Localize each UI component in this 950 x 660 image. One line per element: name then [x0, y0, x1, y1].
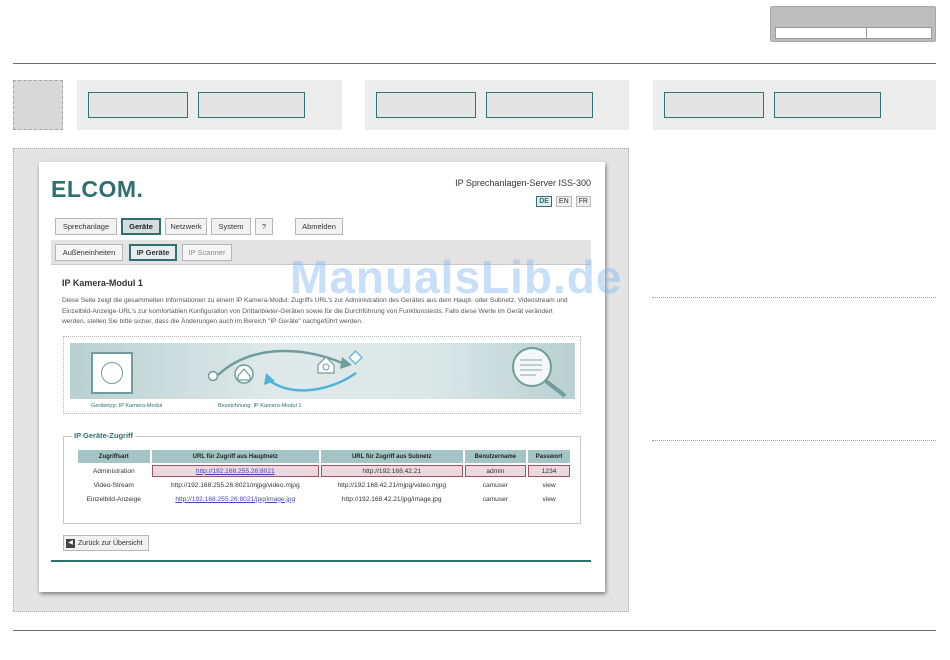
main-net-url-link[interactable]: http://192.168.255.26:8021/jpg/image.jpg — [152, 493, 319, 505]
access-table: Zugriffsart URL für Zugriff aus Hauptnet… — [76, 448, 572, 507]
divider — [866, 28, 867, 38]
device-icon — [91, 352, 133, 394]
username: camuser — [482, 495, 508, 503]
column-header: Benutzername — [464, 450, 527, 463]
subtab-ip-scanner[interactable]: IP Scanner — [182, 244, 232, 261]
sub-net-url: http://192.168.42.21/jpg/image.jpg — [341, 495, 442, 503]
elcom-logo: ELCOM. — [51, 176, 144, 202]
nav-button-3b[interactable] — [774, 92, 881, 118]
device-info-box: Gerätetyp: IP Kamera-Modul Bezeichnung: … — [63, 336, 581, 414]
device-type-caption: Gerätetyp: IP Kamera-Modul — [91, 403, 163, 409]
product-title: IP Sprechanlagen-Server ISS-300 — [455, 178, 591, 188]
dotted-separator — [652, 440, 936, 441]
tab-sprechanlage[interactable]: Sprechanlage — [55, 218, 117, 235]
access-type: Einzelbild-Anzeige — [86, 495, 141, 503]
watermark: ManualsLib.de — [290, 251, 623, 303]
nav-button-2b[interactable] — [486, 92, 593, 118]
username: admin — [464, 465, 527, 477]
subtab-aussen[interactable]: Außeneinheiten — [55, 244, 123, 261]
nav-button-1b[interactable] — [198, 92, 305, 118]
password: view — [542, 481, 556, 489]
nav-button-3a[interactable] — [664, 92, 764, 118]
tab-help[interactable]: ? — [255, 218, 273, 235]
username: camuser — [482, 481, 508, 489]
language-fr[interactable]: FR — [575, 196, 591, 207]
language-en[interactable]: EN — [555, 196, 572, 207]
language-de[interactable]: DE — [536, 196, 552, 207]
column-header: URL für Zugriff aus Hauptnetz — [151, 450, 319, 463]
back-arrow-icon: ◀ — [66, 538, 75, 548]
logout-button[interactable]: Abmelden — [295, 218, 343, 235]
column-header: Zugriffsart — [78, 450, 150, 463]
main-net-url-link[interactable]: http://192.168.255.26:8021 — [151, 465, 319, 477]
subtab-ip-geraete[interactable]: IP Geräte — [129, 244, 177, 261]
header-rule — [13, 63, 936, 64]
table-header-row: Zugriffsart URL für Zugriff aus Hauptnet… — [78, 450, 570, 463]
back-button-label: Zurück zur Übersicht — [78, 539, 143, 547]
column-header: URL für Zugriff aus Subnetz — [320, 450, 463, 463]
language-selector: DE EN FR — [536, 196, 591, 207]
table-row: Video-Stream http://192.168.255.26:8021/… — [78, 479, 570, 491]
top-navigation-bar[interactable] — [775, 27, 932, 39]
device-illustration — [207, 347, 567, 398]
device-banner — [70, 343, 575, 399]
sub-net-url: http://192.168.42.21 — [320, 465, 463, 477]
ip-access-box: IP Geräte-Zugriff Zugriffsart URL für Zu… — [63, 431, 581, 524]
column-header: Passwort — [528, 450, 570, 463]
tab-system[interactable]: System — [211, 218, 251, 235]
main-net-url: http://192.168.255.26:8021/mjpg/video.mj… — [170, 481, 300, 489]
table-row: Einzelbild-Anzeige http://192.168.255.26… — [78, 493, 570, 505]
access-box-title: IP Geräte-Zugriff — [72, 431, 136, 440]
top-navigation-widget[interactable] — [770, 6, 936, 42]
nav-button-1a[interactable] — [88, 92, 188, 118]
page-thumbnail — [13, 80, 63, 130]
password: view — [542, 495, 556, 503]
device-name-caption: Bezeichnung: IP Kamera-Modul 1 — [218, 403, 302, 409]
footer-rule — [13, 630, 936, 631]
table-row: Administration http://192.168.255.26:802… — [78, 465, 570, 477]
tab-netzwerk[interactable]: Netzwerk — [165, 218, 207, 235]
nav-panel-2 — [365, 80, 629, 130]
back-to-overview-button[interactable]: ◀ Zurück zur Übersicht — [63, 535, 149, 551]
page-title: IP Kamera-Modul 1 — [62, 278, 143, 288]
nav-panel-3 — [653, 80, 936, 130]
tab-geraete[interactable]: Geräte — [121, 218, 161, 235]
access-type: Video-Stream — [93, 481, 134, 489]
password: 1234 — [528, 465, 570, 477]
dotted-separator — [652, 297, 936, 298]
web-interface-window: ELCOM. IP Sprechanlagen-Server ISS-300 D… — [39, 162, 605, 592]
access-type: Administration — [92, 467, 135, 475]
camera-icon — [101, 362, 123, 384]
sub-net-url: http://192.168.42.21/mjpg/video.mjpg — [337, 481, 446, 489]
footer-divider — [51, 560, 591, 562]
nav-button-2a[interactable] — [376, 92, 476, 118]
nav-panel-1 — [77, 80, 342, 130]
